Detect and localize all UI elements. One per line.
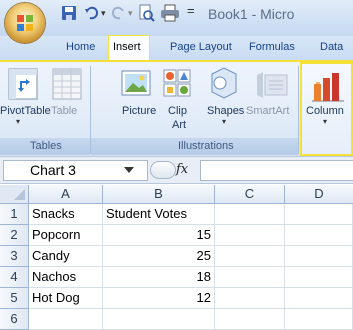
- smartart-button: SmartArt: [246, 105, 290, 117]
- column-header-a[interactable]: A: [29, 185, 103, 204]
- row-header[interactable]: 6: [0, 309, 29, 330]
- cell-b2[interactable]: 15: [103, 225, 215, 246]
- smartart-icon: [257, 72, 288, 98]
- formula-bar-resize-handle[interactable]: [150, 161, 176, 179]
- shapes-button[interactable]: Shapes: [207, 105, 244, 117]
- redo-icon: [111, 6, 124, 20]
- cell-a6[interactable]: [29, 309, 103, 330]
- cell-c2[interactable]: [215, 225, 285, 246]
- pivottable-button[interactable]: PivotTable: [0, 105, 51, 117]
- tab-formulas[interactable]: Formulas: [249, 41, 295, 53]
- cell-d2[interactable]: [285, 225, 353, 246]
- office-logo-icon: [17, 15, 33, 31]
- save-icon[interactable]: [60, 4, 78, 22]
- cell-a3[interactable]: Candy: [29, 246, 103, 267]
- cell-b3[interactable]: 25: [103, 246, 215, 267]
- insert-function-button[interactable]: fx: [176, 162, 188, 177]
- cell-a4[interactable]: Nachos: [29, 267, 103, 288]
- tab-insert[interactable]: Insert: [113, 41, 141, 53]
- cell-d1[interactable]: [285, 204, 353, 225]
- row-header[interactable]: 5: [0, 288, 29, 309]
- column-dropdown-icon[interactable]: ▾: [323, 117, 327, 126]
- cell-d4[interactable]: [285, 267, 353, 288]
- table-button: Table: [51, 105, 78, 117]
- undo-icon[interactable]: [84, 4, 100, 22]
- cell-a5[interactable]: Hot Dog: [29, 288, 103, 309]
- cell-d6[interactable]: [285, 309, 353, 330]
- row-header[interactable]: 4: [0, 267, 29, 288]
- clip-art-icon: [163, 69, 191, 97]
- shapes-icon: [211, 67, 237, 99]
- column-chart-icon: [312, 73, 344, 102]
- group-tables-label: Tables: [30, 140, 62, 152]
- group-separator: [298, 66, 299, 154]
- cell-b5[interactable]: 12: [103, 288, 215, 309]
- tab-data[interactable]: Data: [320, 41, 343, 53]
- undo-dropdown-icon[interactable]: ▾: [101, 8, 106, 19]
- picture-icon: [121, 70, 151, 96]
- column-header-b[interactable]: B: [103, 185, 215, 204]
- name-box-dropdown-icon[interactable]: [124, 167, 134, 173]
- tab-home[interactable]: Home: [66, 41, 95, 53]
- cell-c1[interactable]: [215, 204, 285, 225]
- cell-d5[interactable]: [285, 288, 353, 309]
- cell-b6[interactable]: [103, 309, 215, 330]
- cell-d3[interactable]: [285, 246, 353, 267]
- cell-a1[interactable]: Snacks: [29, 204, 103, 225]
- clip-art-button-line2[interactable]: Art: [172, 119, 186, 131]
- column-chart-button[interactable]: Column: [306, 105, 344, 117]
- row-header[interactable]: 3: [0, 246, 29, 267]
- select-all-button[interactable]: [0, 185, 29, 204]
- table-icon: [52, 68, 82, 100]
- row-header[interactable]: 2: [0, 225, 29, 246]
- cell-c3[interactable]: [215, 246, 285, 267]
- pivottable-icon: [8, 68, 38, 100]
- quick-print-icon[interactable]: [160, 4, 180, 22]
- window-title: Book1 - Micro: [208, 6, 295, 22]
- column-header-d[interactable]: D: [285, 185, 353, 204]
- cell-c5[interactable]: [215, 288, 285, 309]
- cell-a2[interactable]: Popcorn: [29, 225, 103, 246]
- print-preview-icon[interactable]: [137, 4, 155, 22]
- redo-dropdown-icon: ▾: [128, 8, 133, 18]
- office-button[interactable]: [5, 3, 45, 43]
- formula-input[interactable]: [200, 160, 353, 181]
- cell-b4[interactable]: 18: [103, 267, 215, 288]
- cell-c4[interactable]: [215, 267, 285, 288]
- pivottable-dropdown-icon[interactable]: ▾: [16, 117, 20, 126]
- clip-art-button-line1[interactable]: Clip: [168, 105, 187, 117]
- column-header-c[interactable]: C: [215, 185, 285, 204]
- group-illustrations-label: Illustrations: [178, 140, 234, 152]
- name-box-value: Chart 3: [30, 162, 76, 178]
- row-header[interactable]: 1: [0, 204, 29, 225]
- tab-page-layout[interactable]: Page Layout: [170, 41, 232, 53]
- select-all-triangle-icon: [14, 189, 25, 200]
- cell-b1[interactable]: Student Votes: [103, 204, 215, 225]
- shapes-dropdown-icon[interactable]: ▾: [222, 117, 226, 126]
- picture-button[interactable]: Picture: [122, 105, 156, 117]
- customize-qat-icon[interactable]: =: [187, 3, 195, 18]
- cell-c6[interactable]: [215, 309, 285, 330]
